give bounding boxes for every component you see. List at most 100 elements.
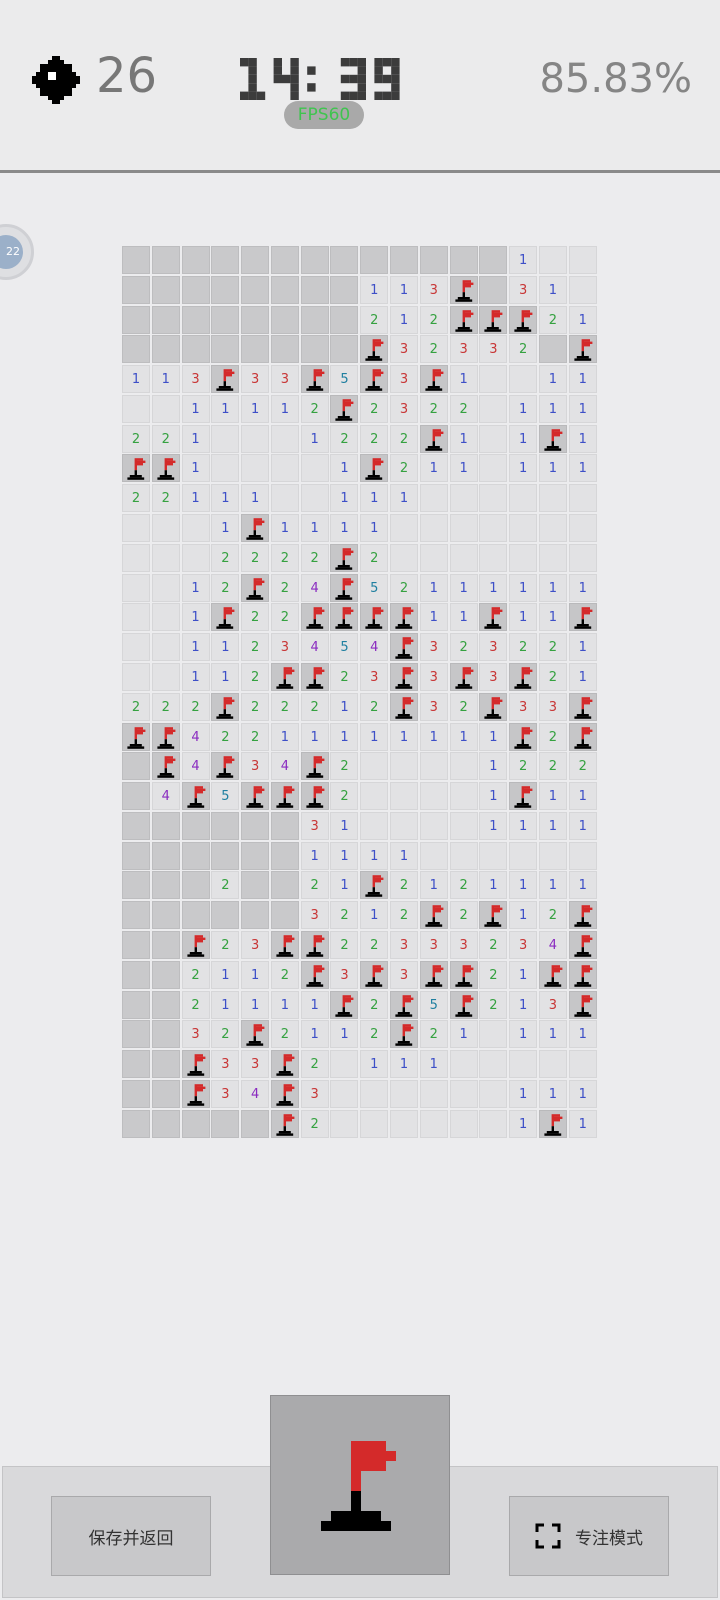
flagged-cell[interactable] [122,454,150,483]
number-cell[interactable]: 2 [419,1020,448,1049]
flagged-cell[interactable] [270,782,299,811]
number-cell[interactable]: 1 [509,1020,538,1049]
number-cell[interactable]: 3 [390,365,419,394]
empty-cell[interactable] [479,1050,508,1079]
empty-cell[interactable] [509,841,538,870]
number-cell[interactable]: 1 [419,871,448,900]
flagged-cell[interactable] [241,1020,270,1049]
empty-cell[interactable] [151,633,180,662]
number-cell[interactable]: 4 [538,930,567,959]
hidden-cell[interactable] [181,246,210,274]
hidden-cell[interactable] [122,782,150,811]
number-cell[interactable]: 4 [241,1079,270,1108]
empty-cell[interactable] [360,1079,389,1108]
flagged-cell[interactable] [151,752,180,781]
number-cell[interactable]: 2 [390,424,419,453]
number-cell[interactable]: 2 [241,692,270,721]
number-cell[interactable]: 1 [360,841,389,870]
hidden-cell[interactable] [270,305,299,334]
empty-cell[interactable] [419,543,448,572]
hidden-cell[interactable] [122,752,150,781]
number-cell[interactable]: 1 [538,603,567,632]
flagged-cell[interactable] [538,1109,567,1138]
empty-cell[interactable] [419,811,448,840]
hidden-cell[interactable] [479,246,508,274]
number-cell[interactable]: 4 [181,752,210,781]
number-cell[interactable]: 2 [538,752,567,781]
number-cell[interactable]: 1 [509,960,538,989]
flagged-cell[interactable] [300,782,329,811]
flagged-cell[interactable] [181,1050,210,1079]
empty-cell[interactable] [449,811,478,840]
number-cell[interactable]: 1 [509,424,538,453]
number-cell[interactable]: 2 [419,335,448,364]
number-cell[interactable]: 2 [390,901,419,930]
empty-cell[interactable] [568,543,597,572]
hidden-cell[interactable] [330,275,359,304]
number-cell[interactable]: 1 [568,1079,597,1108]
empty-cell[interactable] [390,752,419,781]
empty-cell[interactable] [479,394,508,423]
empty-cell[interactable] [211,454,240,483]
number-cell[interactable]: 1 [538,1079,567,1108]
number-cell[interactable]: 2 [330,901,359,930]
empty-cell[interactable] [479,484,508,513]
empty-cell[interactable] [538,514,567,543]
empty-cell[interactable] [568,841,597,870]
empty-cell[interactable] [479,841,508,870]
hidden-cell[interactable] [300,246,329,274]
empty-cell[interactable] [122,514,150,543]
number-cell[interactable]: 1 [211,484,240,513]
number-cell[interactable]: 3 [211,1079,240,1108]
empty-cell[interactable] [449,543,478,572]
number-cell[interactable]: 1 [211,960,240,989]
number-cell[interactable]: 1 [330,692,359,721]
hidden-cell[interactable] [122,335,150,364]
flag-mode-toggle-button[interactable] [270,1395,450,1575]
number-cell[interactable]: 1 [509,901,538,930]
hidden-cell[interactable] [151,1109,180,1138]
hidden-cell[interactable] [122,901,150,930]
number-cell[interactable]: 2 [360,305,389,334]
number-cell[interactable]: 1 [568,424,597,453]
number-cell[interactable]: 3 [360,662,389,691]
number-cell[interactable]: 3 [270,633,299,662]
number-cell[interactable]: 1 [390,484,419,513]
flagged-cell[interactable] [360,454,389,483]
empty-cell[interactable] [509,514,538,543]
flagged-cell[interactable] [300,603,329,632]
number-cell[interactable]: 2 [538,662,567,691]
number-cell[interactable]: 2 [300,1109,329,1138]
empty-cell[interactable] [122,662,150,691]
number-cell[interactable]: 1 [509,603,538,632]
number-cell[interactable]: 2 [122,692,150,721]
hidden-cell[interactable] [360,246,389,274]
number-cell[interactable]: 1 [270,394,299,423]
number-cell[interactable]: 1 [538,454,567,483]
empty-cell[interactable] [538,543,567,572]
empty-cell[interactable] [538,841,567,870]
flagged-cell[interactable] [211,365,240,394]
number-cell[interactable]: 2 [211,930,240,959]
flagged-cell[interactable] [479,603,508,632]
hidden-cell[interactable] [151,901,180,930]
flagged-cell[interactable] [479,901,508,930]
number-cell[interactable]: 1 [330,841,359,870]
number-cell[interactable]: 3 [509,692,538,721]
number-cell[interactable]: 2 [270,543,299,572]
flagged-cell[interactable] [479,305,508,334]
hidden-cell[interactable] [151,841,180,870]
empty-cell[interactable] [122,573,150,602]
number-cell[interactable]: 3 [419,633,448,662]
number-cell[interactable]: 2 [181,960,210,989]
flagged-cell[interactable] [270,1079,299,1108]
number-cell[interactable]: 4 [151,782,180,811]
empty-cell[interactable] [449,782,478,811]
hidden-cell[interactable] [241,841,270,870]
number-cell[interactable]: 1 [538,871,567,900]
number-cell[interactable]: 1 [330,722,359,751]
number-cell[interactable]: 2 [360,424,389,453]
number-cell[interactable]: 1 [151,365,180,394]
flagged-cell[interactable] [360,365,389,394]
empty-cell[interactable] [360,782,389,811]
